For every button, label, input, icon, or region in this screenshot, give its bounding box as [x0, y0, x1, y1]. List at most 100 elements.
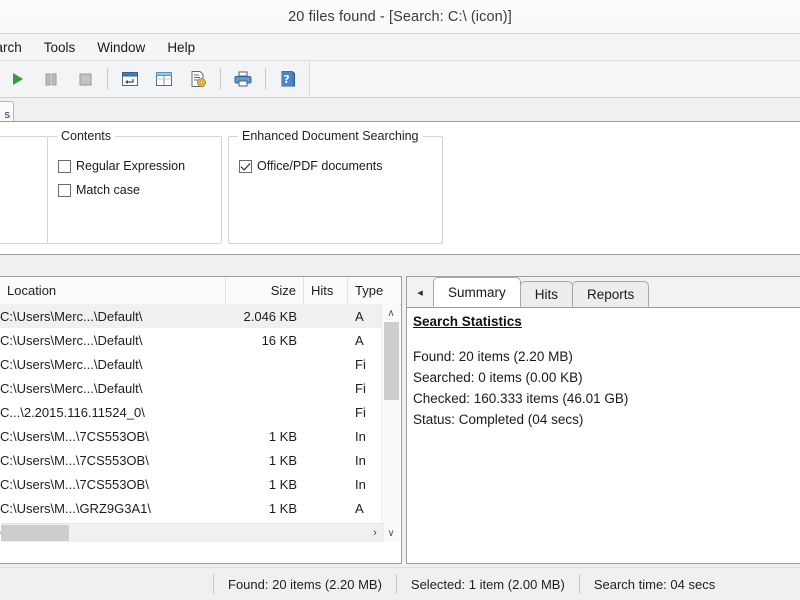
tab-summary[interactable]: Summary — [433, 277, 521, 307]
search-statistics-lines: Found: 20 items (2.20 MB) Searched: 0 ite… — [413, 349, 800, 427]
stop-search-button[interactable] — [69, 63, 101, 95]
options-tab-strip: s — [0, 99, 800, 122]
cell-location: C:\Users\Merc...\Default\ — [0, 309, 226, 324]
pause-search-button[interactable] — [35, 63, 67, 95]
scroll-down-button[interactable]: ∨ — [382, 524, 400, 542]
table-row[interactable]: C:\Users\M...\7CS553OB\1 KB In — [0, 472, 382, 496]
window-title: 20 files found - [Search: C:\ (icon)] — [288, 9, 512, 25]
checkbox-regular-expression[interactable]: Regular Expression — [58, 159, 185, 173]
column-header-hits[interactable]: Hits — [304, 277, 348, 304]
options-tab-clipped[interactable]: s — [0, 101, 14, 122]
toolbar: ? — [0, 61, 800, 98]
table-row[interactable]: C:\Users\M...\7CS553OB\1 KBIn — [0, 424, 382, 448]
checkbox-office-pdf-documents[interactable]: Office/PDF documents — [239, 159, 383, 173]
checkbox-regular-expression-label: Regular Expression — [76, 159, 185, 173]
split-view-button[interactable] — [148, 63, 180, 95]
menu-search[interactable]: earch — [0, 37, 32, 58]
table-row[interactable]: C:\Users\M...\GRZ9G3A1\1 KB A — [0, 496, 382, 520]
cell-location: C...\2.2015.116.11524_0\ — [0, 405, 226, 420]
checkbox-office-pdf-documents-box[interactable] — [239, 160, 252, 173]
group-enhanced-document-searching: Enhanced Document Searching Office/PDF d… — [228, 136, 443, 244]
detail-body: Search Statistics Found: 20 items (2.20 … — [407, 308, 800, 563]
spacer — [413, 329, 800, 343]
column-header-size[interactable]: Size — [226, 277, 304, 304]
tab-reports[interactable]: Reports — [572, 281, 649, 307]
menu-window[interactable]: Window — [87, 37, 155, 58]
cell-size: 1 KB — [226, 429, 304, 444]
cell-size: 1 KB — [226, 501, 304, 516]
cell-location: C:\Users\M...\7CS553OB\ — [0, 477, 226, 492]
vertical-scroll-thumb[interactable] — [384, 322, 399, 400]
results-list-body[interactable]: C:\Users\Merc...\Default\2.046 KBAC:\Use… — [0, 304, 382, 542]
checkbox-match-case-box[interactable] — [58, 184, 71, 197]
chevron-left-icon: ◂ — [417, 286, 423, 299]
help-button[interactable]: ? — [272, 63, 304, 95]
results-vertical-scrollbar[interactable]: ∧ ∨ — [381, 304, 400, 542]
document-options-button[interactable] — [182, 63, 214, 95]
table-row[interactable]: C:\Users\Merc...\Default\16 KBA — [0, 328, 382, 352]
help-icon: ? — [279, 70, 297, 88]
tab-scroll-left-button[interactable]: ◂ — [407, 278, 433, 307]
new-search-button[interactable] — [114, 63, 146, 95]
cell-type: Fi — [348, 405, 382, 420]
tab-hits[interactable]: Hits — [520, 281, 573, 307]
chevron-up-icon: ∧ — [387, 308, 394, 319]
title-bar: 20 files found - [Search: C:\ (icon)] — [0, 0, 800, 34]
stats-line: Searched: 0 items (0.00 KB) — [413, 370, 800, 385]
options-tab-label: s — [5, 109, 11, 121]
detail-pane: ◂ SummaryHitsReports Search Statistics F… — [406, 276, 800, 564]
cell-location: C:\Users\M...\GRZ9G3A1\ — [0, 501, 226, 516]
menu-help[interactable]: Help — [157, 37, 205, 58]
cell-location: C:\Users\Merc...\Default\ — [0, 357, 226, 372]
cell-location: C:\Users\Merc...\Default\ — [0, 333, 226, 348]
scroll-right-button[interactable]: › — [366, 524, 384, 542]
table-row[interactable]: C:\Users\Merc...\Default\Fi — [0, 352, 382, 376]
group-contents: Contents Regular Expression Match case — [47, 136, 222, 244]
cell-type: A — [348, 501, 382, 516]
search-options-panel: Contents Regular Expression Match case E… — [0, 121, 800, 255]
table-row[interactable]: C:\Users\M...\7CS553OB\1 KBIn — [0, 448, 382, 472]
column-header-hits-label: Hits — [311, 283, 333, 298]
results-horizontal-scrollbar[interactable]: › — [1, 523, 384, 542]
scroll-up-button[interactable]: ∧ — [382, 304, 400, 322]
detail-tab-strip: ◂ SummaryHitsReports — [407, 277, 800, 308]
print-button[interactable] — [227, 63, 259, 95]
group-partial — [0, 136, 48, 244]
table-row[interactable]: C...\2.2015.116.11524_0\ Fi — [0, 400, 382, 424]
pause-search-icon — [42, 70, 60, 88]
document-options-icon — [188, 70, 208, 88]
cell-type: A — [348, 309, 382, 324]
cell-type: A — [348, 333, 382, 348]
column-header-location[interactable]: Location — [0, 277, 226, 304]
column-header-type-label: Type — [355, 283, 383, 298]
status-bar: Found: 20 items (2.20 MB) Selected: 1 it… — [0, 567, 800, 600]
horizontal-scroll-thumb[interactable] — [1, 525, 69, 541]
toolbar-separator — [107, 68, 108, 90]
status-search-time: Search time: 04 secs — [580, 574, 729, 594]
stats-line: Status: Completed (04 secs) — [413, 412, 800, 427]
cell-size: 1 KB — [226, 453, 304, 468]
cell-type: In — [348, 429, 382, 444]
table-row[interactable]: C:\Users\Merc...\Default\2.046 KBA — [0, 304, 382, 328]
stop-search-icon — [76, 70, 94, 88]
group-enhanced-title: Enhanced Document Searching — [238, 129, 423, 143]
cell-type: In — [348, 453, 382, 468]
start-search-button[interactable] — [1, 63, 33, 95]
checkbox-match-case[interactable]: Match case — [58, 183, 140, 197]
search-statistics-title: Search Statistics — [413, 314, 800, 329]
menu-bar: earchToolsWindowHelp — [0, 34, 800, 61]
stats-line: Checked: 160.333 items (46.01 GB) — [413, 391, 800, 406]
svg-text:?: ? — [283, 73, 289, 86]
column-header-type[interactable]: Type — [348, 277, 400, 304]
checkbox-match-case-label: Match case — [76, 183, 140, 197]
table-row[interactable]: C:\Users\Merc...\Default\Fi — [0, 376, 382, 400]
status-selected: Selected: 1 item (2.00 MB) — [397, 574, 580, 594]
print-icon — [233, 70, 253, 88]
results-list-pane: Location Size Hits Type C:\Users\Merc...… — [0, 276, 402, 564]
checkbox-regular-expression-box[interactable] — [58, 160, 71, 173]
cell-size: 1 KB — [226, 477, 304, 492]
stats-line: Found: 20 items (2.20 MB) — [413, 349, 800, 364]
cell-location: C:\Users\Merc...\Default\ — [0, 381, 226, 396]
menu-tools[interactable]: Tools — [34, 37, 86, 58]
cell-type: In — [348, 477, 382, 492]
